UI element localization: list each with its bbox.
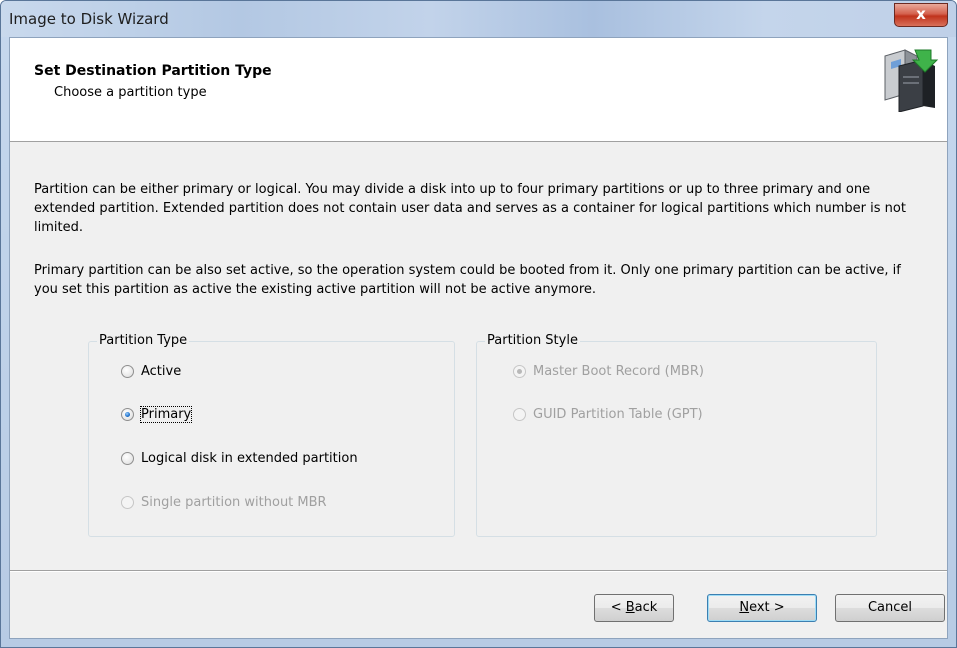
partition-type-group: Partition Type Active Primary Logical di…: [88, 333, 455, 537]
back-button-prefix: <: [610, 600, 626, 615]
radio-logical[interactable]: Logical disk in extended partition: [121, 451, 358, 466]
partition-style-legend: Partition Style: [485, 333, 580, 348]
back-button[interactable]: < Back: [594, 594, 674, 622]
disk-wizard-icon: [884, 49, 939, 112]
radio-gpt-label: GUID Partition Table (GPT): [533, 407, 703, 422]
radio-gpt-button: [513, 408, 526, 421]
radio-single-partition-button: [121, 496, 134, 509]
wizard-window: Image to Disk Wizard x Set Destination P…: [0, 0, 957, 648]
radio-primary-button[interactable]: [121, 408, 134, 421]
radio-mbr-button: [513, 365, 526, 378]
page-title: Set Destination Partition Type: [34, 63, 272, 79]
description-paragraph-1: Partition can be either primary or logic…: [34, 182, 906, 235]
wizard-header: Set Destination Partition Type Choose a …: [10, 38, 947, 142]
radio-logical-button[interactable]: [121, 452, 134, 465]
close-icon: x: [916, 5, 926, 23]
radio-active-button[interactable]: [121, 365, 134, 378]
radio-primary[interactable]: Primary: [121, 406, 193, 423]
close-button[interactable]: x: [894, 3, 948, 27]
footer-separator: [10, 570, 947, 572]
radio-mbr-label: Master Boot Record (MBR): [533, 364, 704, 379]
partition-style-group: Partition Style Master Boot Record (MBR)…: [476, 333, 877, 537]
radio-mbr: Master Boot Record (MBR): [513, 364, 704, 379]
title-bar[interactable]: Image to Disk Wizard x: [1, 1, 956, 37]
description-paragraph-2: Primary partition can be also set active…: [34, 263, 901, 297]
radio-active[interactable]: Active: [121, 364, 181, 379]
next-button[interactable]: Next >: [707, 594, 817, 622]
radio-logical-label: Logical disk in extended partition: [141, 451, 358, 466]
radio-primary-label: Primary: [139, 406, 193, 423]
dialog-body: Set Destination Partition Type Choose a …: [9, 37, 948, 639]
radio-single-partition: Single partition without MBR: [121, 495, 327, 510]
back-button-mnemonic: B: [625, 600, 635, 615]
cancel-button[interactable]: Cancel: [835, 594, 945, 622]
radio-single-partition-label: Single partition without MBR: [141, 495, 327, 510]
page-subtitle: Choose a partition type: [54, 85, 207, 100]
window-title: Image to Disk Wizard: [9, 10, 169, 28]
next-button-mnemonic: N: [739, 600, 750, 615]
partition-type-legend: Partition Type: [97, 333, 190, 348]
back-button-rest: ack: [634, 600, 658, 615]
next-button-rest: ext >: [749, 600, 785, 615]
radio-gpt: GUID Partition Table (GPT): [513, 407, 703, 422]
radio-active-label: Active: [141, 364, 182, 379]
